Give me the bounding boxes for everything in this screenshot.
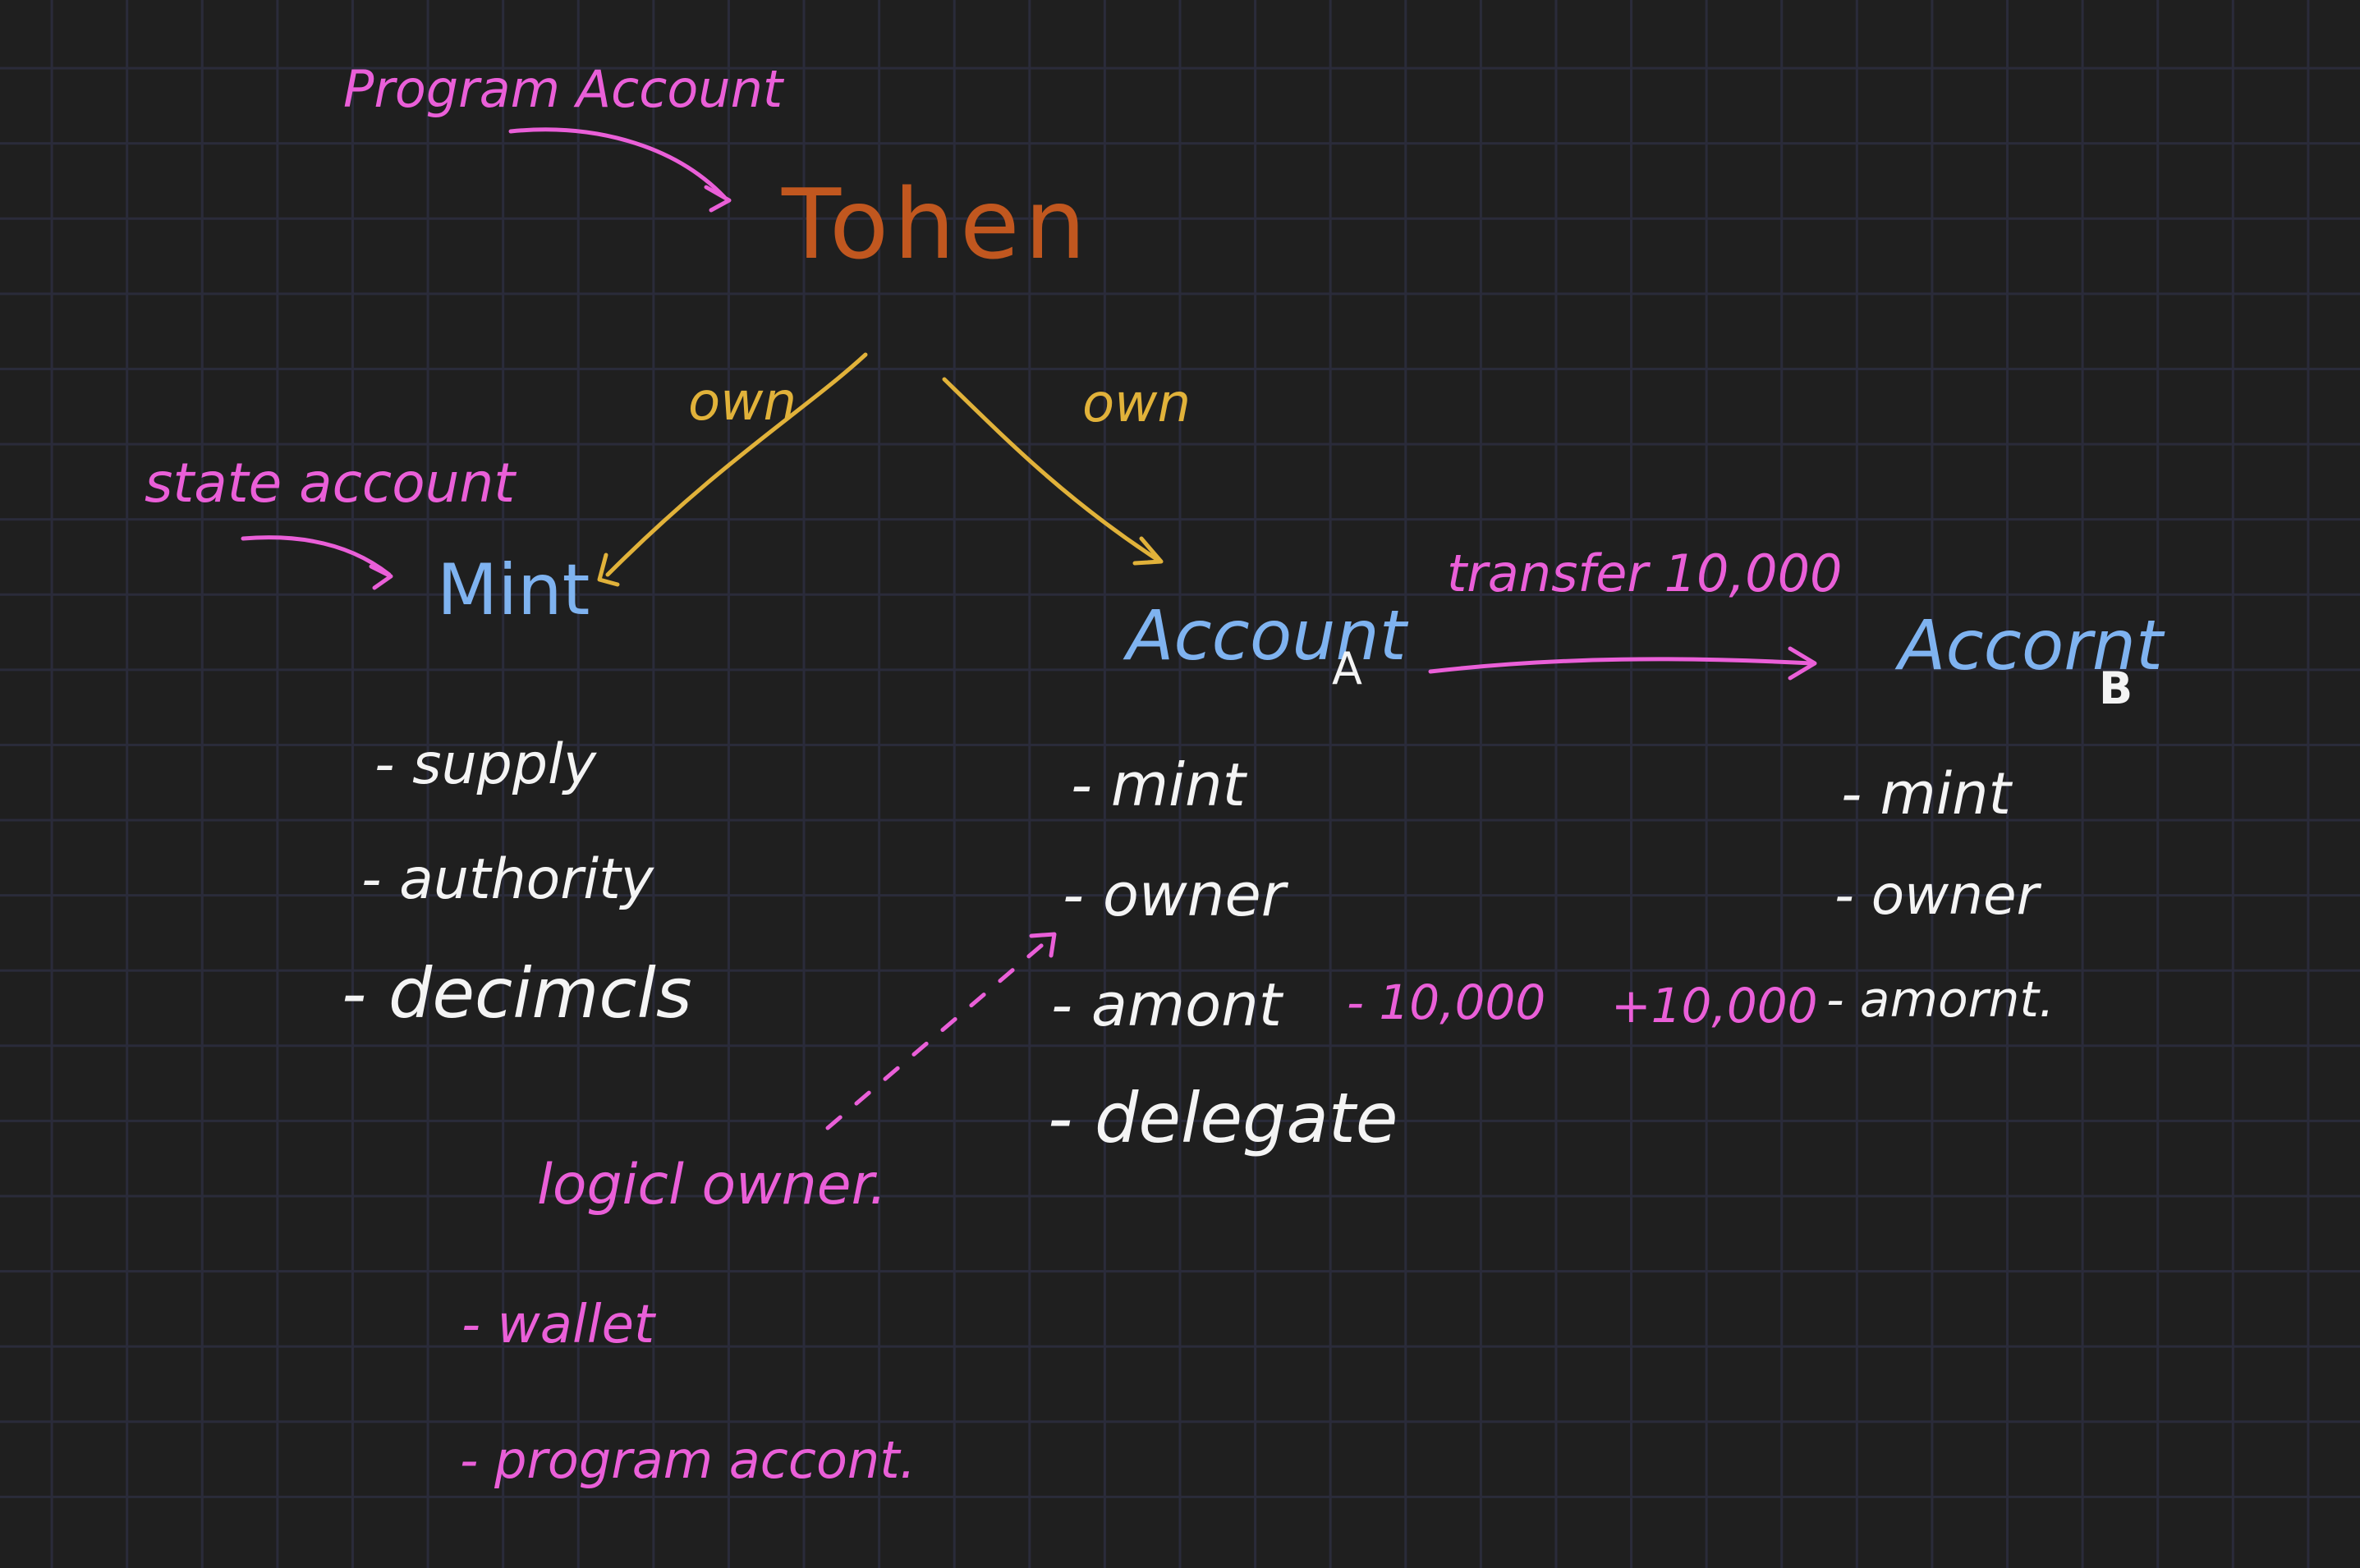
account-b-field-owner: - owner	[1834, 864, 2039, 927]
account-a-field-owner: - owner	[1063, 860, 1286, 929]
mint-field-authority: - authority	[361, 847, 654, 912]
transfer-label: transfer 10,000	[1447, 543, 1843, 603]
account-a-field-amount: - amont	[1051, 970, 1283, 1039]
mint-field-supply: - supply	[374, 732, 597, 797]
program-account-label: Program Account	[343, 59, 783, 119]
own-left-label: own	[688, 372, 797, 433]
account-b-field-amount: - amornt.	[1826, 971, 2055, 1029]
state-account-label: state account	[145, 452, 516, 515]
mint-title: Mint	[437, 549, 590, 631]
whiteboard-canvas: Program Account Tohen own own state acco…	[0, 0, 2360, 1568]
logical-owner-item-wallet: - wallet	[461, 1295, 655, 1355]
arrow-program-to-token	[508, 127, 732, 213]
logical-owner-label: logicl owner.	[537, 1153, 887, 1217]
arrow-state-account-to-mint	[241, 535, 393, 590]
logical-owner-item-program-account: - program accont.	[460, 1430, 916, 1490]
account-a-field-mint: - mint	[1071, 750, 1246, 819]
account-a-title: Account	[1127, 595, 1407, 676]
mint-field-decimals: - decimcls	[342, 953, 692, 1034]
account-a-field-delegate: - delegate	[1048, 1078, 1398, 1158]
own-right-label: own	[1082, 374, 1191, 434]
arrow-transfer-a-to-b	[1428, 646, 1817, 681]
token-label: Tohen	[782, 167, 1091, 281]
account-b-subscript: B	[2099, 663, 2133, 714]
credit-amount-label: +10,000	[1611, 978, 1818, 1034]
debit-amount-label: - 10,000	[1347, 974, 1546, 1030]
arrow-logical-owner-to-owner	[825, 932, 1057, 1130]
account-b-field-mint: - mint	[1841, 760, 2011, 828]
account-a-subscript: A	[1332, 643, 1362, 695]
